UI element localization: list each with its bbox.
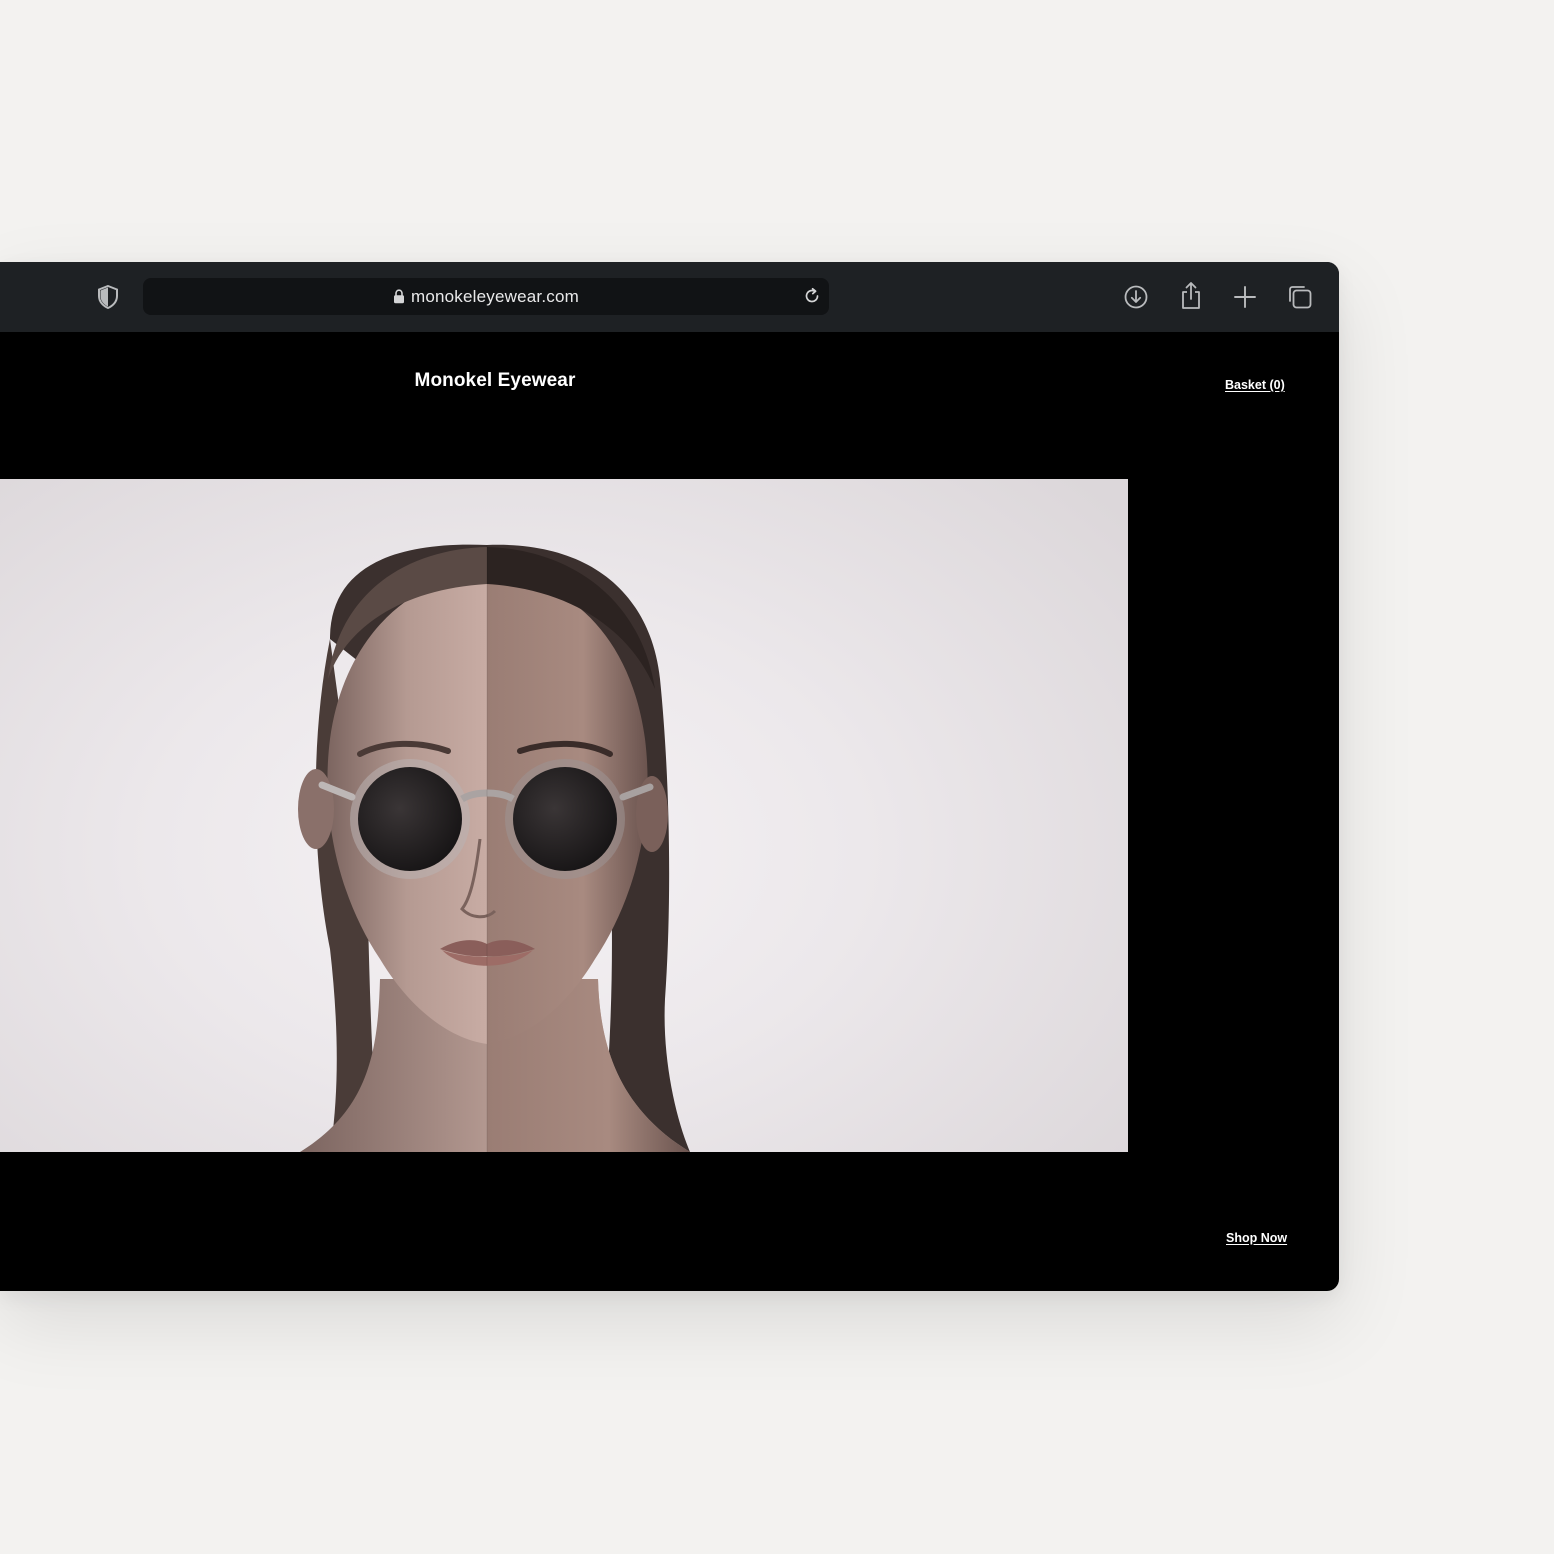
- browser-toolbar: monokeleyewear.com: [0, 262, 1339, 332]
- tabs-overview-icon[interactable]: [1287, 284, 1313, 310]
- plus-icon[interactable]: [1232, 284, 1258, 310]
- reload-icon[interactable]: [803, 287, 821, 305]
- shield-icon[interactable]: [97, 285, 119, 309]
- url-text: monokeleyewear.com: [410, 286, 579, 306]
- lock-icon: [393, 289, 404, 304]
- site-brand[interactable]: Monokel Eyewear: [0, 370, 990, 392]
- download-icon[interactable]: [1123, 284, 1149, 310]
- hero-image: [0, 479, 1128, 1152]
- basket-link[interactable]: Basket (0): [1225, 378, 1285, 392]
- address-bar[interactable]: monokeleyewear.com: [143, 278, 829, 315]
- browser-window: monokeleyewear.com Monokel Eyewear Baske…: [0, 262, 1339, 1291]
- shop-now-link[interactable]: Shop Now: [1226, 1231, 1287, 1245]
- share-icon[interactable]: [1178, 281, 1204, 311]
